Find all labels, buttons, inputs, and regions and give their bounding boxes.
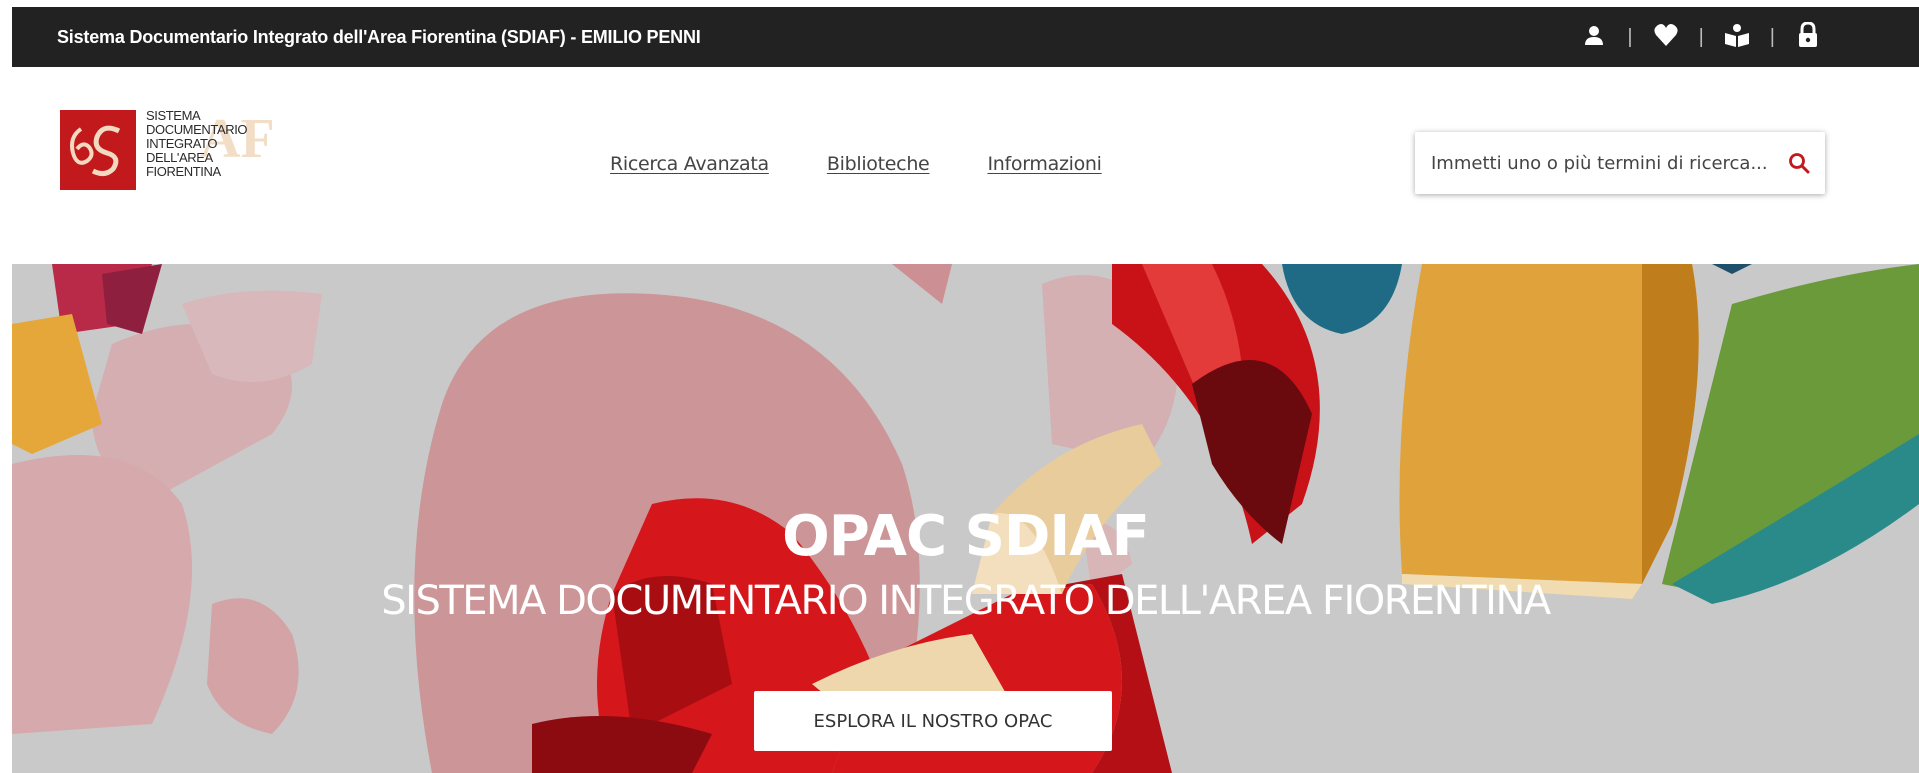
site-title: Sistema Documentario Integrato dell'Area… [57,27,701,47]
hero-banner: OPAC SDIAF SISTEMA DOCUMENTARIO INTEGRAT… [12,264,1919,773]
separator: | [1769,25,1775,48]
top-bar: Sistema Documentario Integrato dell'Area… [12,7,1919,67]
logo-wordmark: SISTEMA DOCUMENTARIO INTEGRATO DELL'AREA… [146,108,248,179]
search-icon[interactable] [1785,149,1813,177]
account-toolbar: | | | [1580,21,1822,49]
page: Sistema Documentario Integrato dell'Area… [12,7,1919,773]
separator: | [1698,25,1704,48]
explore-opac-button[interactable]: ESPLORA IL NOSTRO OPAC [754,691,1112,751]
search-input[interactable] [1415,132,1771,194]
user-icon[interactable] [1580,21,1608,49]
nav-link-biblioteche[interactable]: Biblioteche [827,153,930,175]
hero-subtitle: SISTEMA DOCUMENTARIO INTEGRATO DELL'AREA… [381,578,1551,624]
nav-link-ricerca-avanzata[interactable]: Ricerca Avanzata [610,153,769,175]
sdiaf-logo[interactable]: AF SISTEMA DOCUMENTARIO INTEGRATO DELL'A… [60,105,275,195]
main-nav: Ricerca Avanzata Biblioteche Informazion… [610,153,1160,175]
separator: | [1627,25,1633,48]
hero-title: OPAC SDIAF [782,504,1150,569]
site-header: AF SISTEMA DOCUMENTARIO INTEGRATO DELL'A… [12,67,1919,264]
search-box [1415,132,1825,194]
logo-mark [60,110,136,190]
heart-icon[interactable] [1652,21,1680,49]
reader-icon[interactable] [1723,21,1751,49]
nav-link-informazioni[interactable]: Informazioni [987,153,1101,175]
lock-icon[interactable] [1794,21,1822,49]
